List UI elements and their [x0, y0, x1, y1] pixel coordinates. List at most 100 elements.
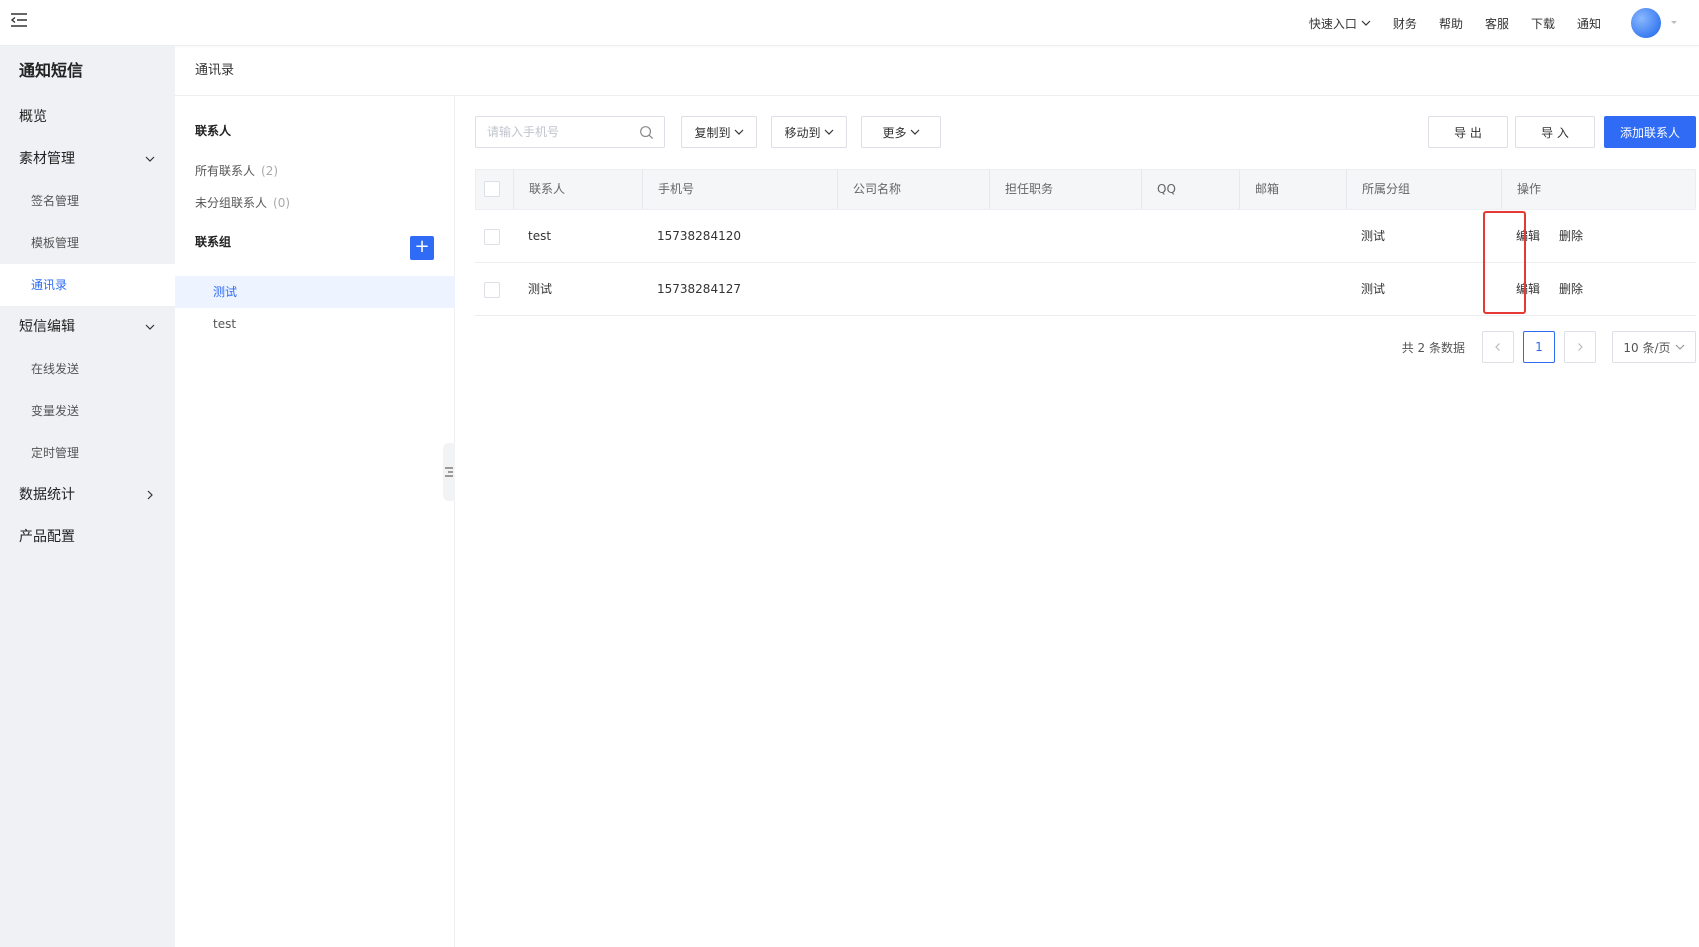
sidebar: 通知短信 概览 素材管理 签名管理 模板管理 通讯录 短信编辑 在线发送 变量发…	[0, 46, 175, 947]
service-link[interactable]: 客服	[1485, 15, 1509, 32]
move-to-dropdown[interactable]: 移动到	[771, 116, 847, 148]
download-link[interactable]: 下载	[1531, 15, 1555, 32]
delete-button[interactable]: 删除	[1559, 229, 1583, 243]
collapse-icon	[445, 467, 453, 477]
column-header: 公司名称	[838, 170, 990, 209]
sidebar-item-sms-edit[interactable]: 短信编辑	[0, 306, 175, 348]
column-header: 操作	[1517, 182, 1542, 196]
breadcrumb: 通讯录	[175, 46, 1699, 96]
ungrouped-contacts-link[interactable]: 未分组联系人 (0)	[195, 194, 290, 211]
sidebar-item-online-send[interactable]: 在线发送	[0, 348, 175, 390]
sidebar-item-signature[interactable]: 签名管理	[0, 180, 175, 222]
top-bar: 快速入口 财务 帮助 客服 下载 通知	[0, 0, 1699, 46]
more-label: 更多	[882, 125, 907, 140]
chevron-left-icon	[1495, 343, 1500, 351]
help-link[interactable]: 帮助	[1439, 15, 1463, 32]
panel-collapse-handle[interactable]	[443, 443, 455, 501]
contact-name-cell: 测试	[528, 282, 553, 296]
chevron-down-icon	[145, 156, 155, 162]
page-button[interactable]: 1	[1523, 331, 1555, 363]
select-all-checkbox[interactable]	[484, 180, 500, 197]
total-count: 共 2 条数据	[1401, 340, 1465, 355]
company-cell	[837, 263, 989, 315]
all-contacts-link[interactable]: 所有联系人 (2)	[195, 162, 278, 179]
finance-link[interactable]: 财务	[1393, 15, 1417, 32]
actions-cell: 编辑 删除	[1501, 210, 1694, 262]
column-header: QQ	[1142, 170, 1240, 209]
row-checkbox[interactable]	[484, 228, 500, 245]
contact-name-cell: test	[528, 229, 552, 243]
sidebar-item-variable-send[interactable]: 变量发送	[0, 390, 175, 432]
header-checkbox-cell	[476, 170, 514, 209]
contacts-panel: 联系人 所有联系人 (2) 未分组联系人 (0) 联系组 + 测试 test	[175, 96, 455, 947]
phone-search-input[interactable]	[476, 117, 626, 147]
qq-cell	[1141, 210, 1239, 262]
chevron-down-icon	[145, 324, 155, 330]
sidebar-item-material[interactable]: 素材管理	[0, 138, 175, 180]
chevron-right-icon	[147, 490, 153, 500]
page-size-label: 10 条/页	[1623, 340, 1671, 355]
group-item[interactable]: 测试	[175, 276, 455, 308]
contacts-heading: 联系人	[195, 124, 232, 138]
table-header: 联系人 手机号 公司名称 担任职务 QQ 邮箱 所属分组 操作	[475, 169, 1696, 210]
menu-fold-icon[interactable]	[9, 10, 29, 30]
chevron-down-icon	[734, 129, 743, 135]
page-title: 通讯录	[195, 63, 235, 78]
column-header: 担任职务	[990, 170, 1142, 209]
group-cell: 测试	[1361, 229, 1386, 243]
ungrouped-count: (0)	[273, 196, 291, 210]
sidebar-item-statistics[interactable]: 数据统计	[0, 474, 175, 516]
copy-to-dropdown[interactable]: 复制到	[681, 116, 757, 148]
row-checkbox-cell	[475, 210, 513, 262]
more-dropdown[interactable]: 更多	[861, 116, 941, 148]
column-header: 联系人	[514, 170, 643, 209]
chevron-down-icon	[824, 129, 833, 135]
notice-link[interactable]: 通知	[1577, 15, 1601, 32]
ungrouped-label: 未分组联系人	[195, 196, 268, 210]
sidebar-item-template[interactable]: 模板管理	[0, 222, 175, 264]
pagination: 共 2 条数据 1 10 条/页	[1402, 331, 1696, 363]
position-cell	[989, 263, 1141, 315]
sidebar-item-product-config[interactable]: 产品配置	[0, 516, 175, 558]
email-cell	[1239, 263, 1346, 315]
search-icon[interactable]	[639, 125, 654, 140]
delete-button[interactable]: 删除	[1559, 282, 1583, 296]
chevron-down-icon	[910, 129, 919, 135]
phone-cell: 15738284127	[657, 282, 741, 296]
chevron-down-icon	[1361, 20, 1371, 26]
quick-entry-menu[interactable]: 快速入口	[1309, 15, 1371, 32]
add-group-button[interactable]: +	[410, 236, 434, 260]
all-contacts-label: 所有联系人	[195, 164, 256, 178]
phone-cell: 15738284120	[657, 229, 741, 243]
sidebar-item-label: 数据统计	[19, 487, 75, 503]
qq-cell	[1141, 263, 1239, 315]
column-header: 所属分组	[1347, 170, 1502, 209]
row-checkbox[interactable]	[484, 281, 500, 298]
next-page-button[interactable]	[1564, 331, 1596, 363]
column-header: 手机号	[643, 170, 838, 209]
copy-to-label: 复制到	[694, 125, 731, 140]
email-cell	[1239, 210, 1346, 262]
export-button[interactable]: 导 出	[1428, 116, 1508, 148]
sidebar-item-timer-manage[interactable]: 定时管理	[0, 432, 175, 474]
chevron-down-icon	[1675, 344, 1684, 350]
actions-cell: 编辑 删除	[1501, 263, 1694, 315]
app-title: 通知短信	[19, 61, 84, 80]
sidebar-item-contacts[interactable]: 通讯录	[0, 264, 175, 306]
column-header: 邮箱	[1240, 170, 1347, 209]
groups-heading: 联系组	[195, 235, 232, 249]
quick-entry-label: 快速入口	[1308, 16, 1357, 31]
sidebar-item-overview[interactable]: 概览	[0, 96, 175, 138]
add-contact-button[interactable]: 添加联系人	[1604, 116, 1696, 148]
page-size-select[interactable]: 10 条/页	[1612, 331, 1696, 363]
group-item[interactable]: test	[175, 308, 455, 340]
caret-down-icon[interactable]	[1669, 17, 1679, 27]
avatar[interactable]	[1631, 8, 1661, 38]
chevron-right-icon	[1578, 343, 1583, 351]
import-button[interactable]: 导 入	[1515, 116, 1595, 148]
delete-highlight-box	[1483, 211, 1526, 314]
sidebar-item-label: 素材管理	[19, 151, 75, 167]
company-cell	[837, 210, 989, 262]
prev-page-button[interactable]	[1482, 331, 1514, 363]
move-to-label: 移动到	[784, 125, 821, 140]
